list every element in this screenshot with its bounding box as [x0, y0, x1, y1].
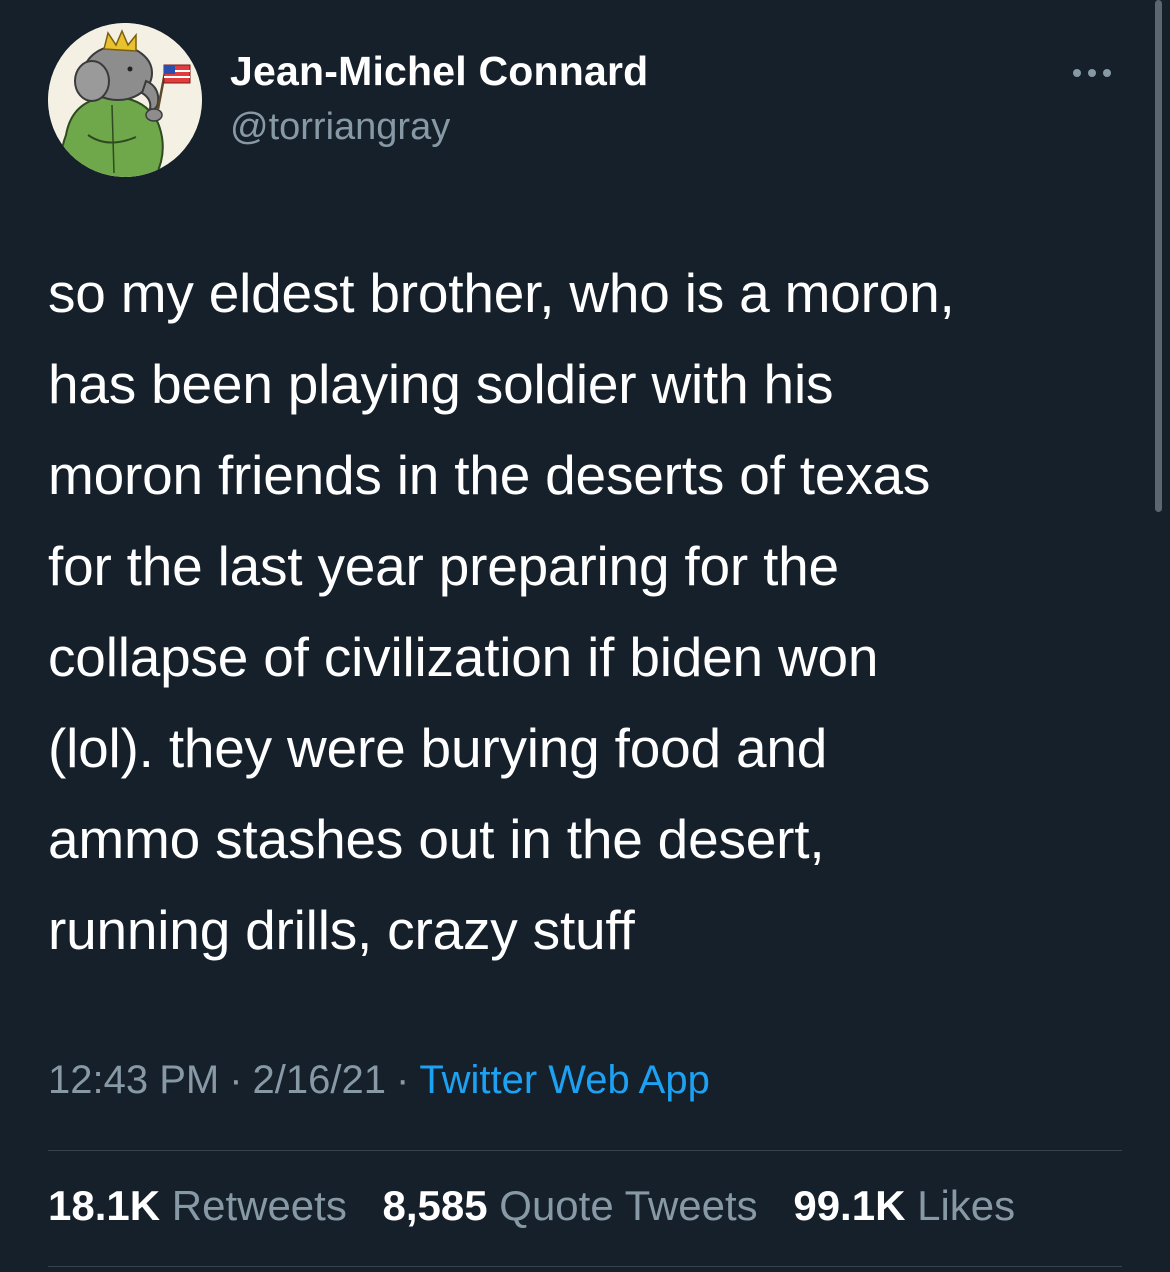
quote-tweets-label: Quote Tweets	[499, 1182, 758, 1229]
elephant-king-avatar-icon	[48, 23, 202, 177]
tweet-stats: 18.1K Retweets 8,585 Quote Tweets 99.1K …	[48, 1182, 1039, 1230]
tweet-text-line: has been playing soldier with his	[48, 353, 834, 415]
tweet-metadata: 12:43 PM · 2/16/21 · Twitter Web App	[48, 1058, 710, 1103]
tweet-text-line: so my eldest brother, who is a moron,	[48, 262, 955, 324]
tweet-text-line: moron friends in the deserts of texas	[48, 444, 931, 506]
tweet-detail: Jean-Michel Connard @torriangray so my e…	[0, 0, 1170, 1272]
retweets-count: 18.1K	[48, 1182, 161, 1229]
likes-count: 99.1K	[793, 1182, 906, 1229]
more-horizontal-icon	[1073, 69, 1111, 77]
author-handle[interactable]: @torriangray	[230, 106, 450, 149]
avatar[interactable]	[48, 23, 202, 177]
tweet-text-line: for the last year preparing for the	[48, 535, 839, 597]
tweet-text-line: ammo stashes out in the desert,	[48, 808, 825, 870]
tweet-date[interactable]: 2/16/21	[253, 1058, 386, 1102]
tweet-time[interactable]: 12:43 PM	[48, 1058, 219, 1102]
quote-tweets-stat[interactable]: 8,585 Quote Tweets	[383, 1182, 758, 1229]
tweet-text-line: (lol). they were burying food and	[48, 717, 828, 779]
retweets-stat[interactable]: 18.1K Retweets	[48, 1182, 347, 1229]
tweet-text-line: collapse of civilization if biden won	[48, 626, 879, 688]
retweets-label: Retweets	[171, 1182, 347, 1229]
likes-label: Likes	[917, 1182, 1016, 1229]
likes-stat[interactable]: 99.1K Likes	[793, 1182, 1015, 1229]
tweet-source-link[interactable]: Twitter Web App	[419, 1058, 710, 1102]
meta-separator: ·	[229, 1058, 243, 1102]
tweet-text: so my eldest brother, who is a moron, ha…	[48, 248, 1118, 976]
tweet-text-line: running drills, crazy stuff	[48, 899, 635, 961]
meta-separator: ·	[396, 1058, 410, 1102]
divider	[48, 1266, 1122, 1267]
more-options-button[interactable]	[1068, 58, 1116, 88]
quote-tweets-count: 8,585	[382, 1182, 488, 1229]
divider	[48, 1150, 1122, 1151]
scrollbar-thumb[interactable]	[1155, 0, 1162, 512]
author-display-name[interactable]: Jean-Michel Connard	[230, 48, 648, 95]
